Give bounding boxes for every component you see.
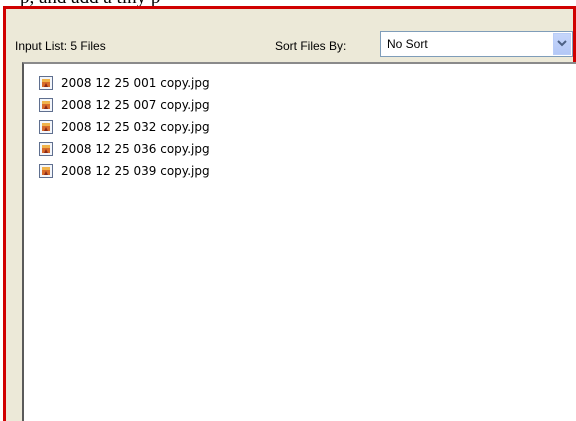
input-list-label: Input List: 5 Files <box>15 39 106 53</box>
sort-files-label: Sort Files By: <box>275 39 347 53</box>
input-file-list[interactable]: 2008 12 25 001 copy.jpg 2008 12 25 007 c… <box>22 62 576 421</box>
input-list-panel: Input List: 5 Files Sort Files By: No So… <box>3 6 576 421</box>
file-list-item[interactable]: 2008 12 25 036 copy.jpg <box>38 140 210 158</box>
sort-files-dropdown[interactable]: No Sort <box>380 31 573 57</box>
jpg-file-icon <box>39 76 53 90</box>
screenshot-stage: p, and add a tiny p Input List: 5 Files … <box>0 0 576 421</box>
jpg-file-icon <box>39 142 53 156</box>
file-list-item-label: 2008 12 25 007 copy.jpg <box>61 98 210 112</box>
jpg-file-icon <box>39 120 53 134</box>
file-list-item-label: 2008 12 25 032 copy.jpg <box>61 120 210 134</box>
file-list-item-label: 2008 12 25 001 copy.jpg <box>61 76 210 90</box>
file-list-item-label: 2008 12 25 039 copy.jpg <box>61 164 210 178</box>
file-list-item-label: 2008 12 25 036 copy.jpg <box>61 142 210 156</box>
jpg-file-icon <box>39 98 53 112</box>
chevron-down-icon <box>557 40 567 47</box>
jpg-file-icon <box>39 164 53 178</box>
file-list-item[interactable]: 2008 12 25 001 copy.jpg <box>38 74 210 92</box>
dropdown-arrow-button[interactable] <box>553 33 571 55</box>
file-list-item[interactable]: 2008 12 25 007 copy.jpg <box>38 96 210 114</box>
file-list-item[interactable]: 2008 12 25 032 copy.jpg <box>38 118 210 136</box>
sort-files-selected: No Sort <box>387 37 428 51</box>
file-list-item[interactable]: 2008 12 25 039 copy.jpg <box>38 162 210 180</box>
